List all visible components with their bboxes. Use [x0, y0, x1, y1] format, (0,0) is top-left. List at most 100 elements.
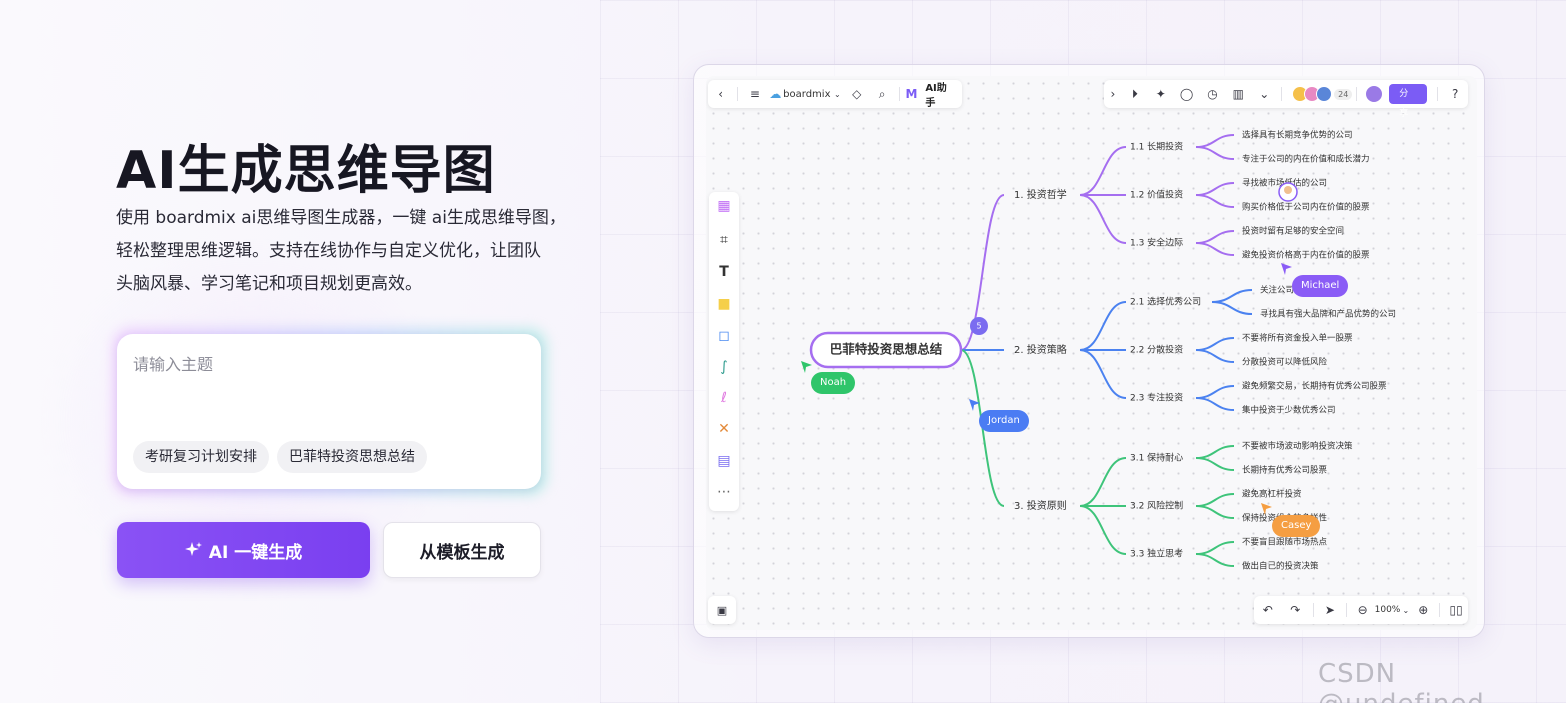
leaf-label: 集中投资于少数优秀公司 [1242, 405, 1336, 416]
leaf-connector [1195, 134, 1235, 148]
child-connector [1079, 505, 1127, 555]
more-icon[interactable]: ⋯ [709, 484, 739, 500]
leaf-connector [1195, 457, 1235, 471]
tag-icon[interactable]: ◇ [844, 87, 869, 101]
leaf-connector [1195, 194, 1235, 208]
template-generate-button[interactable]: 从模板生成 [383, 522, 541, 578]
search-icon[interactable]: ⌕ [869, 87, 894, 102]
cursor-arrow-michael [1281, 263, 1292, 275]
leaf-label: 避免频繁交易，长期持有优秀公司股票 [1242, 381, 1387, 392]
ai-generate-button[interactable]: AI 一键生成 [117, 522, 370, 578]
leaf-connector [1195, 385, 1235, 399]
pen-icon[interactable]: ℓ [709, 390, 739, 406]
minimap-icon: ▣ [716, 603, 728, 617]
divider [1437, 87, 1439, 101]
child-label: 1.1 长期投资 [1130, 141, 1183, 153]
leaf-label: 选择具有长期竞争优势的公司 [1242, 130, 1353, 141]
leaf-connector [1195, 146, 1235, 160]
chart-icon[interactable]: ▥ [1225, 87, 1251, 101]
child-connector [1079, 146, 1127, 196]
pointer-icon[interactable]: ➤ [1318, 603, 1342, 617]
more-down-icon[interactable]: ⌄ [1251, 87, 1277, 101]
description-line: 轻松整理思维逻辑。支持在线协作与自定义优化，让团队 [116, 241, 541, 261]
zoom-level[interactable]: 100% [1375, 605, 1401, 615]
text-icon[interactable]: T [709, 264, 739, 280]
sparkle-icon [184, 542, 202, 556]
share-button[interactable]: 分享 [1389, 84, 1428, 119]
leaf-label: 避免投资价格高于内在价值的股票 [1242, 250, 1370, 261]
leaf-connector [1195, 182, 1235, 196]
user-avatar[interactable] [1365, 85, 1384, 103]
watermark: CSDN @undefined [1318, 659, 1484, 703]
leaf-connector [1195, 541, 1235, 555]
minimap-button[interactable]: ▣ [708, 596, 736, 624]
undo-icon[interactable]: ↶ [1254, 603, 1282, 617]
divider [1281, 87, 1283, 101]
play-icon[interactable]: ⏵ [1122, 87, 1148, 102]
leaf-label: 做出自己的投资决策 [1242, 561, 1319, 572]
back-icon[interactable]: ‹ [708, 87, 733, 101]
collaborator-avatar-face [1284, 186, 1292, 194]
comment-icon[interactable]: ◯ [1174, 87, 1200, 101]
description-line: 使用 boardmix ai思维导图生成器，一键 ai生成思维导图， [116, 208, 566, 228]
leaf-connector [1195, 230, 1235, 244]
top-left-toolbar: ‹ ≡ ☁ boardmix ⌄ ◇ ⌕ M AI助手 [708, 79, 962, 109]
chevron-right-icon[interactable]: › [1104, 87, 1122, 101]
board-title[interactable]: boardmix [783, 89, 830, 100]
leaf-connector [1195, 553, 1235, 567]
leaf-label: 寻找具有强大品牌和产品优势的公司 [1260, 309, 1396, 320]
suggestion-chip[interactable]: 考研复习计划安排 [133, 441, 269, 473]
page-description: 使用 boardmix ai思维导图生成器，一键 ai生成思维导图， 轻松整理思… [116, 202, 586, 301]
chevron-down-icon[interactable]: ⌄ [1400, 606, 1411, 615]
leaf-connector [1211, 289, 1253, 303]
child-connector [1079, 301, 1127, 351]
leaf-connector [1195, 397, 1235, 411]
divider [1313, 603, 1314, 617]
zoom-in-icon[interactable]: ⊕ [1411, 603, 1435, 617]
root-label: 巴菲特投资思想总结 [830, 342, 943, 357]
page-title: AI生成思维导图 [116, 141, 496, 201]
child-label: 2.1 选择优秀公司 [1130, 296, 1201, 308]
redo-icon[interactable]: ↷ [1282, 603, 1310, 617]
cursor-label-jordan: Jordan [979, 410, 1029, 432]
ai-generate-label: AI 一键生成 [208, 542, 303, 563]
child-label: 2.2 分散投资 [1130, 344, 1183, 356]
child-label: 1.3 安全边际 [1130, 237, 1183, 249]
table-icon[interactable]: ▤ [709, 453, 739, 469]
ai-assistant-button[interactable]: AI助手 [919, 79, 962, 109]
child-label: 3.3 独立思考 [1130, 548, 1183, 560]
child-label: 3.2 风险控制 [1130, 500, 1183, 512]
connector-icon[interactable]: ∫ [709, 359, 739, 375]
template-icon[interactable]: ▦ [709, 198, 739, 214]
book-icon[interactable]: ▯▯ [1444, 603, 1468, 617]
leaf-connector [1195, 493, 1235, 507]
leaf-label: 不要被市场波动影响投资决策 [1242, 441, 1353, 452]
celebrate-icon[interactable]: ✦ [1148, 87, 1174, 101]
cursor-label-casey: Casey [1272, 515, 1321, 537]
topic-input-card[interactable]: 请输入主题 考研复习计划安排 巴菲特投资思想总结 [117, 334, 541, 489]
shape-icon[interactable]: ◻ [709, 328, 739, 344]
divider [898, 87, 900, 101]
child-connector [1079, 194, 1127, 244]
menu-icon[interactable]: ≡ [742, 87, 767, 101]
frame-icon[interactable]: ⌗ [709, 232, 739, 248]
branch-label: 1. 投资哲学 [1014, 188, 1067, 201]
collaborator-avatars[interactable]: 24 [1292, 86, 1353, 102]
suggestion-chip[interactable]: 巴菲特投资思想总结 [277, 441, 427, 473]
mindmap-canvas: 1. 投资哲学 1.1 长期投资 选择具有长期竞争优势的公司专注于公司的内在价值和成… [801, 130, 1396, 572]
topic-input[interactable]: 请输入主题 [133, 351, 213, 375]
ai-logo-icon: M [905, 87, 918, 101]
timer-icon[interactable]: ◷ [1200, 87, 1226, 101]
sticky-note-icon[interactable]: ■ [709, 296, 739, 312]
chevron-down-icon[interactable]: ⌄ [831, 90, 845, 99]
collaborator-count: 24 [1334, 88, 1353, 100]
leaf-connector [1195, 505, 1235, 519]
zoom-out-icon[interactable]: ⊖ [1351, 603, 1375, 617]
help-icon[interactable]: ? [1442, 87, 1468, 101]
cursor-arrow-noah [801, 361, 812, 373]
child-label: 2.3 专注投资 [1130, 392, 1183, 404]
divider [737, 87, 739, 101]
mindmap-icon[interactable]: ✕ [709, 421, 739, 437]
branch-label: 2. 投资策略 [1014, 343, 1067, 356]
whiteboard-canvas[interactable]: 1. 投资哲学 1.1 长期投资 选择具有长期竞争优势的公司 专注于公司的内在价值和成… [706, 76, 1477, 630]
